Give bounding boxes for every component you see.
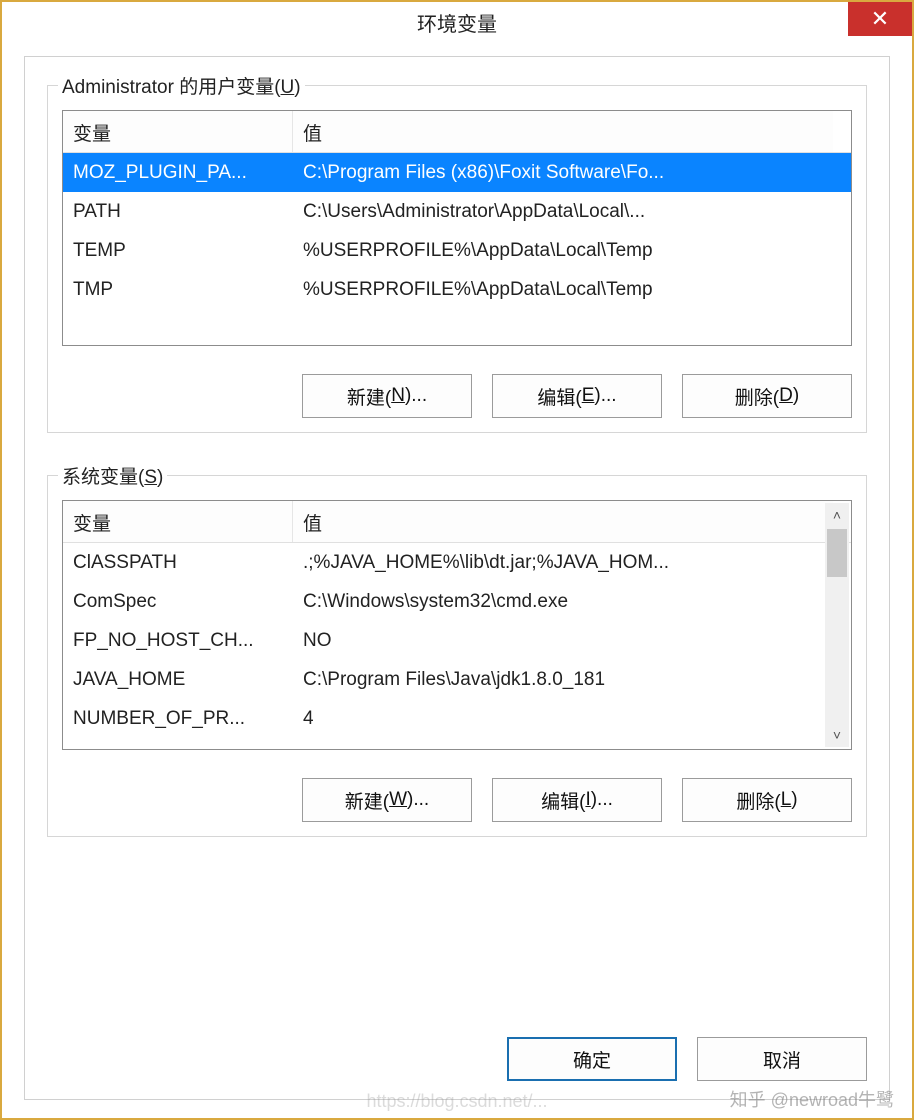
dialog-content: Administrator 的用户变量(U) 变量 值 MOZ_PLUGIN_P… xyxy=(24,56,890,1100)
ok-button[interactable]: 确定 xyxy=(507,1037,677,1081)
user-vars-label: Administrator 的用户变量(U) xyxy=(58,72,305,99)
col-variable[interactable]: 变量 xyxy=(63,501,293,542)
cell-variable: JAVA_HOME xyxy=(63,669,293,691)
cell-value: %USERPROFILE%\AppData\Local\Temp xyxy=(293,240,833,262)
system-vars-group: 系统变量(S) 变量 值 ClASSPATH.;%JAVA_HOME%\lib\… xyxy=(47,475,867,837)
col-value[interactable]: 值 xyxy=(293,501,833,542)
list-header: 变量 值 xyxy=(63,501,851,543)
system-vars-list[interactable]: 变量 值 ClASSPATH.;%JAVA_HOME%\lib\dt.jar;%… xyxy=(62,500,852,750)
list-body: ClASSPATH.;%JAVA_HOME%\lib\dt.jar;%JAVA_… xyxy=(63,543,851,738)
col-variable[interactable]: 变量 xyxy=(63,111,293,152)
cell-value: %USERPROFILE%\AppData\Local\Temp xyxy=(293,279,833,301)
scroll-thumb[interactable] xyxy=(827,529,847,577)
env-vars-dialog: 环境变量 ✕ Administrator 的用户变量(U) 变量 值 MOZ_P… xyxy=(0,0,914,1120)
system-edit-button[interactable]: 编辑(I)... xyxy=(492,778,662,822)
cell-value: C:\Program Files\Java\jdk1.8.0_181 xyxy=(293,669,833,691)
table-row[interactable]: FP_NO_HOST_CH...NO xyxy=(63,621,851,660)
table-row[interactable]: ClASSPATH.;%JAVA_HOME%\lib\dt.jar;%JAVA_… xyxy=(63,543,851,582)
scroll-up-icon[interactable]: ˄ xyxy=(825,503,849,527)
vertical-scrollbar[interactable]: ˄ ˅ xyxy=(825,503,849,747)
cell-variable: PATH xyxy=(63,201,293,223)
dialog-buttons: 确定 取消 xyxy=(47,1037,867,1081)
cell-variable: NUMBER_OF_PR... xyxy=(63,708,293,730)
cell-variable: MOZ_PLUGIN_PA... xyxy=(63,162,293,184)
system-vars-label: 系统变量(S) xyxy=(58,462,167,489)
table-row[interactable]: NUMBER_OF_PR...4 xyxy=(63,699,851,738)
cell-value: 4 xyxy=(293,708,833,730)
user-edit-button[interactable]: 编辑(E)... xyxy=(492,374,662,418)
table-row[interactable]: JAVA_HOMEC:\Program Files\Java\jdk1.8.0_… xyxy=(63,660,851,699)
cell-value: C:\Windows\system32\cmd.exe xyxy=(293,591,833,613)
close-button[interactable]: ✕ xyxy=(848,2,912,36)
list-header: 变量 值 xyxy=(63,111,851,153)
cell-value: C:\Program Files (x86)\Foxit Software\Fo… xyxy=(293,162,833,184)
table-row[interactable]: TEMP%USERPROFILE%\AppData\Local\Temp xyxy=(63,231,851,270)
system-new-button[interactable]: 新建(W)... xyxy=(302,778,472,822)
window-title: 环境变量 xyxy=(417,8,497,37)
user-vars-group: Administrator 的用户变量(U) 变量 值 MOZ_PLUGIN_P… xyxy=(47,85,867,433)
user-vars-list[interactable]: 变量 值 MOZ_PLUGIN_PA...C:\Program Files (x… xyxy=(62,110,852,346)
table-row[interactable]: ComSpecC:\Windows\system32\cmd.exe xyxy=(63,582,851,621)
titlebar: 环境变量 ✕ xyxy=(2,2,912,42)
cell-value: .;%JAVA_HOME%\lib\dt.jar;%JAVA_HOM... xyxy=(293,552,833,574)
cancel-button[interactable]: 取消 xyxy=(697,1037,867,1081)
table-row[interactable]: PATHC:\Users\Administrator\AppData\Local… xyxy=(63,192,851,231)
scroll-down-icon[interactable]: ˅ xyxy=(825,723,849,747)
cell-variable: TEMP xyxy=(63,240,293,262)
list-body: MOZ_PLUGIN_PA...C:\Program Files (x86)\F… xyxy=(63,153,851,309)
system-delete-button[interactable]: 删除(L) xyxy=(682,778,852,822)
cell-variable: FP_NO_HOST_CH... xyxy=(63,630,293,652)
cell-value: C:\Users\Administrator\AppData\Local\... xyxy=(293,201,833,223)
user-new-button[interactable]: 新建(N)... xyxy=(302,374,472,418)
col-value[interactable]: 值 xyxy=(293,111,833,152)
cell-variable: ClASSPATH xyxy=(63,552,293,574)
user-vars-buttons: 新建(N)... 编辑(E)... 删除(D) xyxy=(62,374,852,418)
close-icon: ✕ xyxy=(871,8,889,30)
table-row[interactable]: MOZ_PLUGIN_PA...C:\Program Files (x86)\F… xyxy=(63,153,851,192)
cell-value: NO xyxy=(293,630,833,652)
system-vars-buttons: 新建(W)... 编辑(I)... 删除(L) xyxy=(62,778,852,822)
cell-variable: TMP xyxy=(63,279,293,301)
user-delete-button[interactable]: 删除(D) xyxy=(682,374,852,418)
table-row[interactable]: TMP%USERPROFILE%\AppData\Local\Temp xyxy=(63,270,851,309)
cell-variable: ComSpec xyxy=(63,591,293,613)
